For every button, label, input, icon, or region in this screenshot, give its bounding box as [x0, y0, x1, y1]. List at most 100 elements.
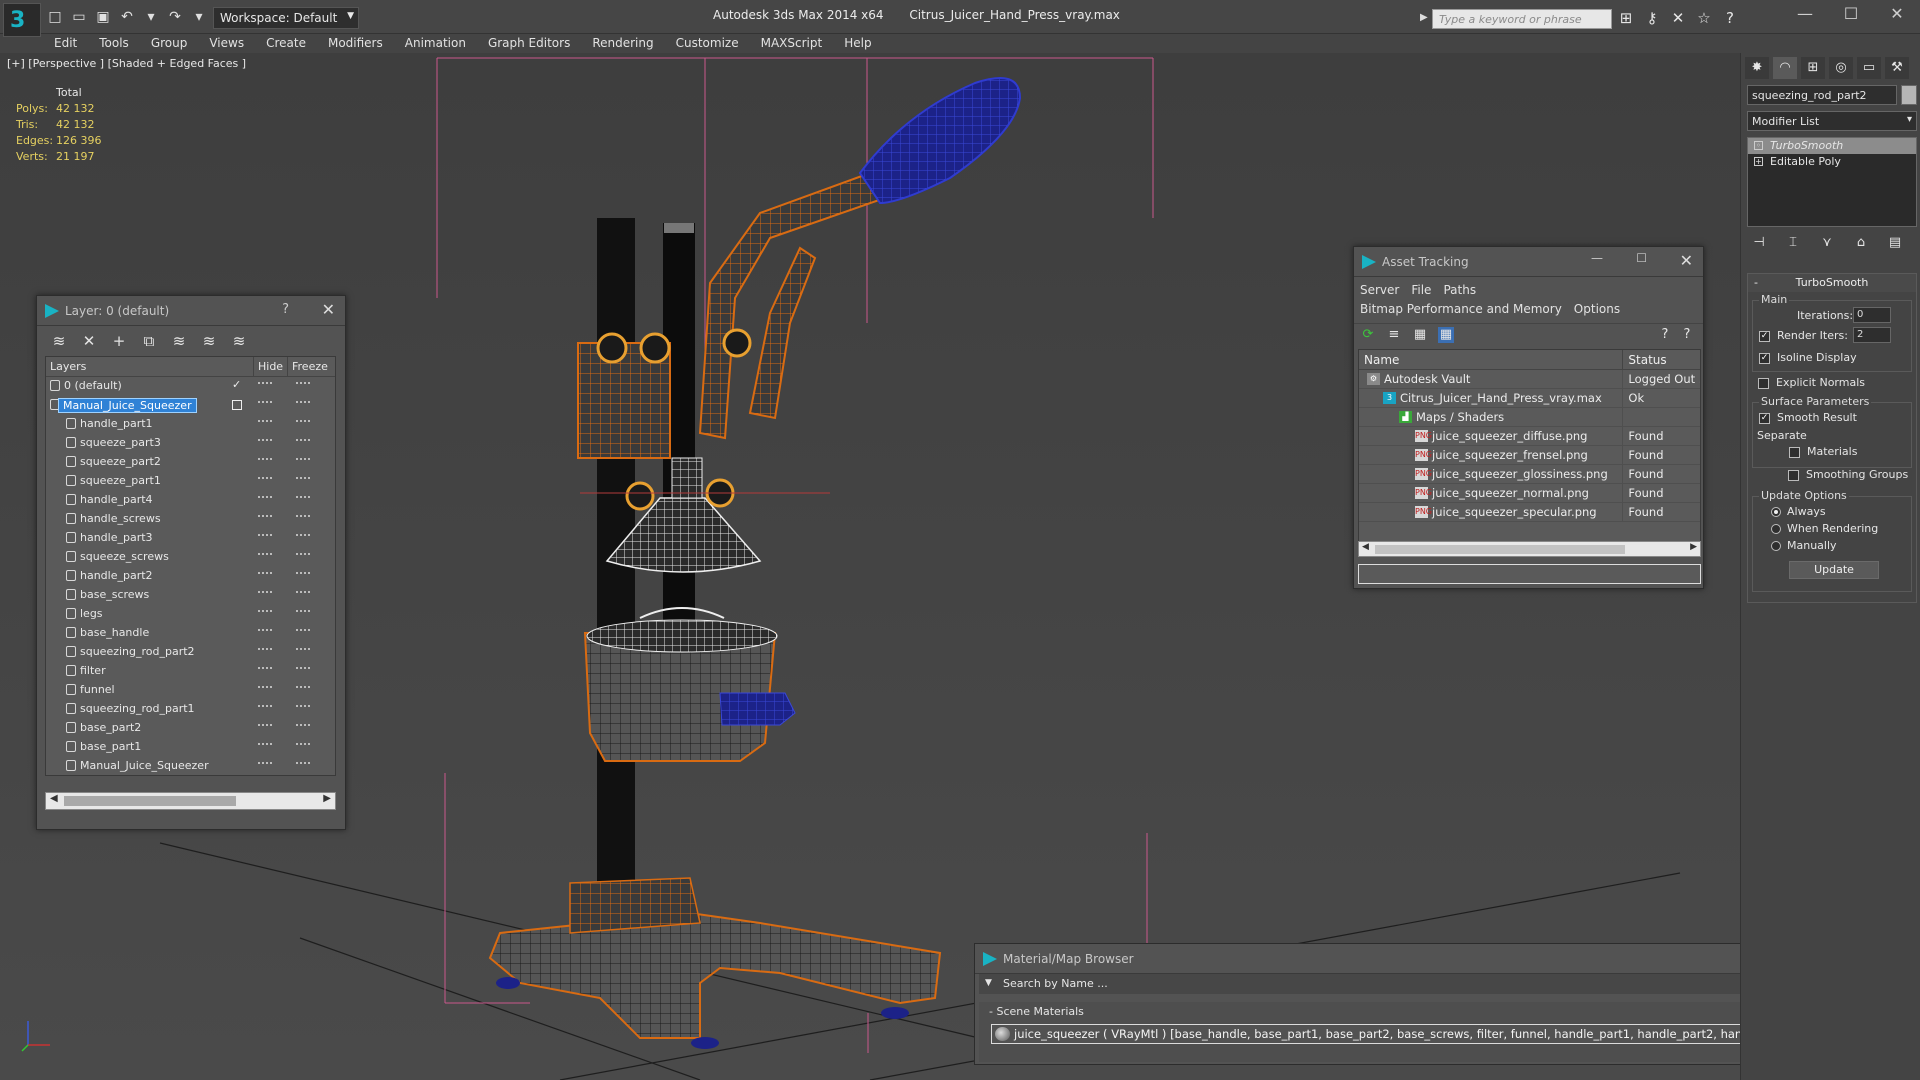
redo-icon[interactable]: ↷: [166, 8, 184, 26]
remove-modifier-icon[interactable]: ⌂: [1849, 233, 1873, 253]
layer-row[interactable]: 0 (default) ✓: [46, 377, 335, 396]
object-color-swatch[interactable]: [1901, 85, 1917, 105]
layer-row[interactable]: squeeze_part3: [46, 434, 335, 453]
when-rendering-radio[interactable]: [1771, 524, 1781, 534]
menu-tools[interactable]: Tools: [88, 34, 140, 54]
hide-toggle[interactable]: [258, 439, 272, 441]
create-layer-icon[interactable]: ≋: [49, 332, 69, 350]
undo-dropdown-icon[interactable]: ▾: [142, 8, 160, 26]
display-tab-icon[interactable]: ▭: [1857, 57, 1881, 79]
freeze-toggle[interactable]: [296, 572, 310, 574]
hide-toggle[interactable]: [258, 477, 272, 479]
modifier-stack[interactable]: ◦ TurboSmooth + Editable Poly: [1747, 137, 1917, 227]
menu-animation[interactable]: Animation: [394, 34, 477, 54]
layer-row[interactable]: handle_part4: [46, 491, 335, 510]
stack-item-turbosmooth[interactable]: ◦ TurboSmooth: [1748, 138, 1916, 154]
freeze-toggle[interactable]: [296, 762, 310, 764]
render-iters-spinner[interactable]: 2: [1853, 327, 1891, 343]
freeze-toggle[interactable]: [296, 420, 310, 422]
asset-row[interactable]: 3 Citrus_Juicer_Hand_Press_vray.max Ok: [1359, 389, 1700, 408]
freeze-toggle[interactable]: [296, 553, 310, 555]
stack-item-editable-poly[interactable]: + Editable Poly: [1748, 154, 1916, 170]
hide-all-layers-icon[interactable]: ≋: [199, 332, 219, 350]
highlight-layer-icon[interactable]: ≋: [169, 332, 189, 350]
minimize-icon[interactable]: —: [1782, 0, 1828, 32]
asset-menu-file[interactable]: File: [1411, 281, 1431, 300]
freeze-all-layers-icon[interactable]: ≋: [229, 332, 249, 350]
scroll-right-icon[interactable]: ▶: [1690, 542, 1697, 552]
new-file-icon[interactable]: □: [46, 8, 64, 26]
chevron-down-icon[interactable]: ▼: [985, 978, 992, 988]
always-radio[interactable]: [1771, 507, 1781, 517]
hide-toggle[interactable]: [258, 458, 272, 460]
menu-create[interactable]: Create: [255, 34, 317, 54]
help-icon[interactable]: ?: [1720, 9, 1740, 27]
freeze-toggle[interactable]: [296, 591, 310, 593]
layer-row[interactable]: handle_part1: [46, 415, 335, 434]
freeze-toggle[interactable]: [296, 496, 310, 498]
maximize-icon[interactable]: ☐: [1828, 0, 1874, 32]
layer-row[interactable]: handle_part2: [46, 567, 335, 586]
layer-row[interactable]: Manual_Juice_Squeezer: [46, 757, 335, 776]
layer-row[interactable]: filter: [46, 662, 335, 681]
layer-row[interactable]: handle_part3: [46, 529, 335, 548]
asset-horizontal-scrollbar[interactable]: ◀ ▶: [1358, 541, 1701, 557]
freeze-toggle[interactable]: [296, 382, 310, 384]
menu-customize[interactable]: Customize: [665, 34, 750, 54]
hide-toggle[interactable]: [258, 610, 272, 612]
layer-row[interactable]: base_screws: [46, 586, 335, 605]
utilities-tab-icon[interactable]: ⚒: [1885, 57, 1909, 79]
manually-radio[interactable]: [1771, 541, 1781, 551]
close-icon[interactable]: ✕: [1680, 251, 1693, 270]
asset-path-field[interactable]: [1358, 564, 1701, 584]
layer-row[interactable]: base_part2: [46, 719, 335, 738]
layer-row[interactable]: base_handle: [46, 624, 335, 643]
make-unique-icon[interactable]: ⋎: [1815, 233, 1839, 253]
col-name[interactable]: Name: [1359, 350, 1622, 369]
hide-toggle[interactable]: [258, 724, 272, 726]
menu-modifiers[interactable]: Modifiers: [317, 34, 394, 54]
freeze-toggle[interactable]: [296, 401, 310, 403]
close-icon[interactable]: ✕: [1874, 0, 1920, 32]
asset-menu-options[interactable]: Options: [1574, 300, 1620, 319]
asset-row[interactable]: ⚙ Autodesk Vault Logged Out ...: [1359, 370, 1700, 389]
layer-horizontal-scrollbar[interactable]: ◀ ▶: [45, 792, 336, 810]
table-view-icon[interactable]: ▦: [1438, 327, 1454, 343]
hierarchy-tab-icon[interactable]: ⊞: [1801, 57, 1825, 79]
freeze-toggle[interactable]: [296, 724, 310, 726]
hide-toggle[interactable]: [258, 705, 272, 707]
lightbulb-icon[interactable]: ◦: [1754, 141, 1763, 150]
pin-stack-icon[interactable]: ⊣: [1747, 233, 1771, 253]
hide-toggle[interactable]: [258, 515, 272, 517]
freeze-toggle[interactable]: [296, 743, 310, 745]
freeze-toggle[interactable]: [296, 686, 310, 688]
maximize-icon[interactable]: ☐: [1636, 251, 1647, 265]
layer-row[interactable]: squeezing_rod_part2: [46, 643, 335, 662]
layer-row[interactable]: funnel: [46, 681, 335, 700]
save-file-icon[interactable]: ▣: [94, 8, 112, 26]
scroll-left-icon[interactable]: ◀: [50, 793, 58, 804]
add-to-layer-icon[interactable]: +: [109, 332, 129, 350]
help-icon[interactable]: ?: [1657, 327, 1673, 343]
select-objects-icon[interactable]: ⧉: [139, 332, 159, 350]
undo-icon[interactable]: ↶: [118, 8, 136, 26]
freeze-toggle[interactable]: [296, 667, 310, 669]
hide-toggle[interactable]: [258, 667, 272, 669]
rollout-header[interactable]: - TurboSmooth: [1748, 274, 1916, 292]
col-freeze[interactable]: Freeze: [287, 357, 331, 376]
scroll-thumb[interactable]: [64, 796, 236, 806]
asset-menu-paths[interactable]: Paths: [1443, 281, 1476, 300]
list-view-icon[interactable]: ≡: [1386, 327, 1402, 343]
freeze-toggle[interactable]: [296, 705, 310, 707]
app-menu-button[interactable]: 3: [3, 3, 41, 37]
smooth-result-checkbox[interactable]: ✓: [1759, 413, 1770, 424]
render-iters-checkbox[interactable]: ✓: [1759, 331, 1770, 342]
layer-row[interactable]: legs: [46, 605, 335, 624]
layer-row[interactable]: handle_screws: [46, 510, 335, 529]
iterations-spinner[interactable]: 0: [1853, 307, 1891, 323]
asset-menu-bitmap[interactable]: Bitmap Performance and Memory: [1360, 300, 1562, 319]
freeze-toggle[interactable]: [296, 477, 310, 479]
layer-row[interactable]: Manual_Juice_Squeezer: [46, 396, 335, 415]
active-layer-check-icon[interactable]: ✓: [232, 378, 241, 391]
refresh-icon[interactable]: ⟳: [1360, 327, 1376, 343]
